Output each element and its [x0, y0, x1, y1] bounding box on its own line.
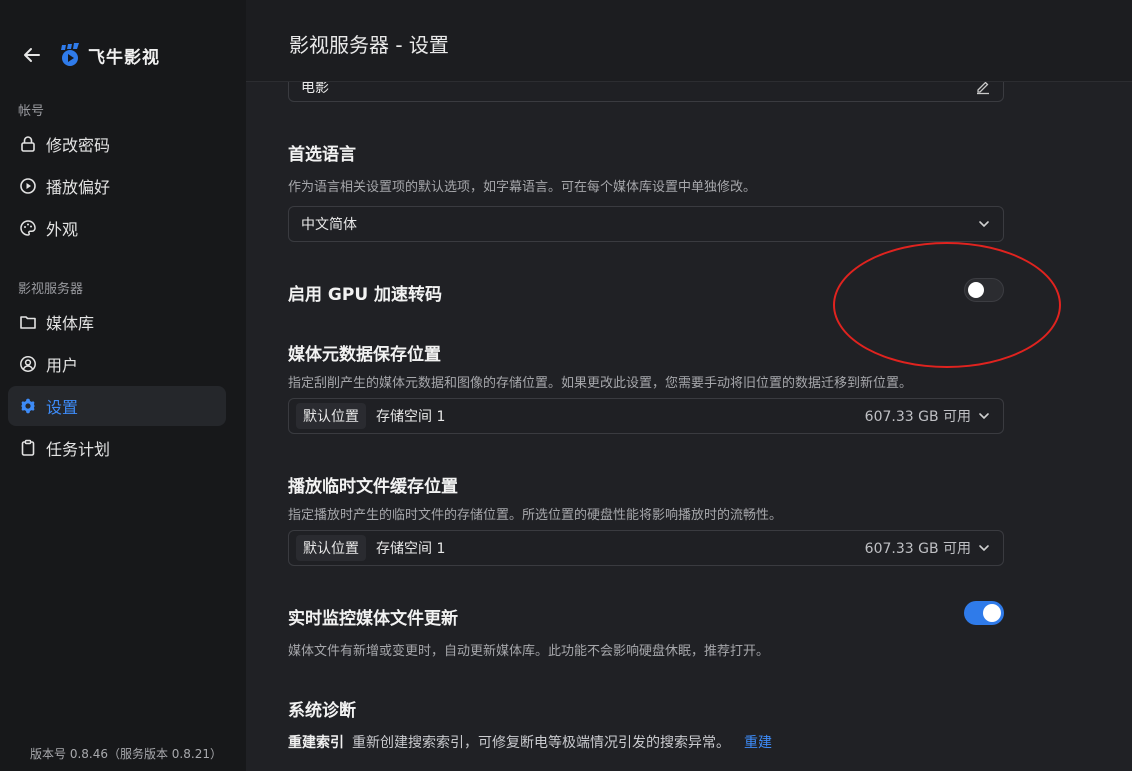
language-select[interactable]: 中文简体 [288, 206, 1004, 242]
folder-icon [19, 313, 37, 331]
sidebar-item-change-password[interactable]: 修改密码 [8, 124, 226, 164]
rebuild-index-label: 重建索引 [288, 735, 344, 751]
realtime-monitor-title: 实时监控媒体文件更新 [288, 609, 458, 629]
sidebar-item-users[interactable]: 用户 [8, 344, 226, 384]
sidebar-item-label: 用户 [46, 356, 79, 375]
available-space: 607.33 GB 可用 [864, 541, 971, 557]
toggle-knob [983, 604, 1001, 622]
language-select-value: 中文简体 [301, 217, 357, 233]
preferred-language-title: 首选语言 [288, 145, 356, 165]
sidebar-item-label: 设置 [46, 398, 79, 417]
sidebar-item-label: 任务计划 [46, 440, 111, 459]
clipboard-icon [19, 439, 37, 457]
lock-icon [19, 135, 37, 153]
default-location-tag: 默认位置 [296, 535, 366, 561]
metadata-location-desc: 指定刮削产生的媒体元数据和图像的存储位置。如果更改此设置，您需要手动将旧位置的数… [288, 376, 913, 391]
cache-location-select[interactable]: 默认位置 存储空间 1 607.33 GB 可用 [288, 530, 1004, 566]
realtime-monitor-desc: 媒体文件有新增或变更时，自动更新媒体库。此功能不会影响硬盘休眠，推荐打开。 [288, 644, 770, 659]
red-circle-annotation [833, 242, 1061, 368]
preferred-language-desc: 作为语言相关设置项的默认选项，如字幕语言。可在每个媒体库设置中单独修改。 [288, 180, 757, 195]
chevron-down-icon [977, 217, 991, 231]
arrow-left-icon [24, 48, 40, 62]
version-info: 版本号 0.8.46（服务版本 0.8.21） [30, 747, 222, 761]
library-name-input[interactable]: 电影 [288, 82, 1004, 102]
default-location-tag: 默认位置 [296, 403, 366, 429]
sidebar-item-tasks[interactable]: 任务计划 [8, 428, 226, 468]
gear-icon [19, 397, 37, 415]
page-title: 影视服务器 - 设置 [289, 33, 449, 57]
diagnostics-title: 系统诊断 [288, 701, 356, 721]
rebuild-index-row: 重建索引 重新创建搜索索引，可修复断电等极端情况引发的搜索异常。 重建 [288, 732, 772, 752]
play-circle-icon [19, 177, 37, 195]
settings-content: 电影 首选语言 作为语言相关设置项的默认选项，如字幕语言。可在每个媒体库设置中单… [246, 82, 1132, 771]
library-name-value: 电影 [301, 82, 329, 96]
available-space: 607.33 GB 可用 [864, 409, 971, 425]
sidebar-item-label: 媒体库 [46, 314, 95, 333]
brand-name: 飞牛影视 [88, 47, 160, 68]
metadata-location-select[interactable]: 默认位置 存储空间 1 607.33 GB 可用 [288, 398, 1004, 434]
sidebar-item-settings[interactable]: 设置 [8, 386, 226, 426]
server-section-label: 影视服务器 [18, 282, 84, 297]
sidebar-item-playback[interactable]: 播放偏好 [8, 166, 226, 206]
sidebar-item-label: 修改密码 [46, 136, 111, 155]
back-button[interactable] [20, 43, 44, 67]
storage-name: 存储空间 1 [376, 409, 446, 425]
rebuild-index-desc: 重新创建搜索索引，可修复断电等极端情况引发的搜索异常。 [352, 735, 730, 751]
realtime-monitor-toggle[interactable] [964, 601, 1004, 625]
chevron-down-icon [977, 409, 991, 423]
account-section-label: 帐号 [18, 104, 45, 119]
user-icon [19, 355, 37, 373]
gpu-transcode-title: 启用 GPU 加速转码 [288, 285, 443, 305]
sidebar-item-label: 播放偏好 [46, 178, 111, 197]
rebuild-link[interactable]: 重建 [744, 732, 772, 752]
storage-name: 存储空间 1 [376, 541, 446, 557]
chevron-down-icon [977, 541, 991, 555]
sidebar-item-appearance[interactable]: 外观 [8, 208, 226, 248]
page-header: 影视服务器 - 设置 [246, 0, 1132, 82]
sidebar-item-label: 外观 [46, 220, 79, 239]
metadata-location-title: 媒体元数据保存位置 [288, 345, 441, 365]
sidebar: 飞牛影视 帐号 修改密码 播放偏好 外观 影视服务器 媒体库 用户 设置 任务计… [0, 0, 246, 771]
brand: 飞牛影视 [20, 40, 160, 70]
logo-icon [61, 43, 79, 66]
sidebar-item-media-library[interactable]: 媒体库 [8, 302, 226, 342]
palette-icon [19, 219, 37, 237]
edit-icon[interactable] [975, 82, 991, 95]
cache-location-desc: 指定播放时产生的临时文件的存储位置。所选位置的硬盘性能将影响播放时的流畅性。 [288, 508, 783, 523]
cache-location-title: 播放临时文件缓存位置 [288, 477, 458, 497]
